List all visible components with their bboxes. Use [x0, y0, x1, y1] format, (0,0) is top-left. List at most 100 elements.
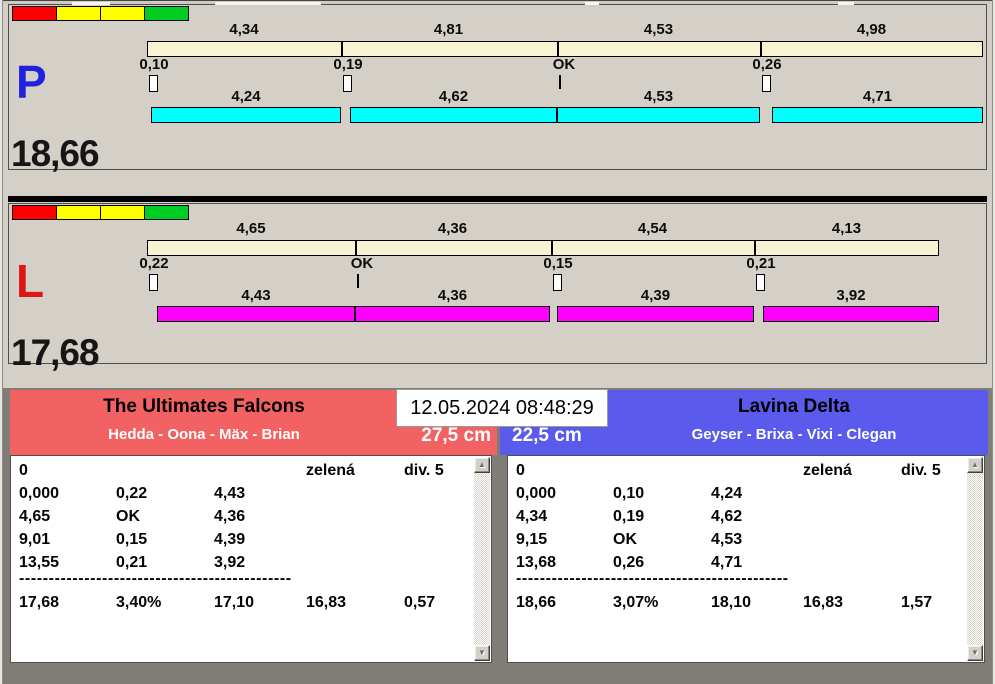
- window-chrome-fragment: [215, 2, 321, 5]
- summary-cell: 0,57: [404, 594, 436, 611]
- split-time-label: 4,98: [856, 21, 887, 38]
- split-progress-bar: [147, 41, 983, 57]
- table-cell: 9,01: [19, 531, 51, 548]
- lane-bars: 4,34 4,81 4,53 4,98 0,10 0,19 OK 0,26 4,24 4,62 4,…: [9, 5, 986, 169]
- table-cell: 4,39: [214, 531, 246, 548]
- dog-time-bar: [763, 306, 939, 322]
- results-area: The Ultimates Falcons Hedda - Oona - Mäx…: [0, 388, 995, 684]
- lane-letter: L: [16, 255, 45, 307]
- start-delay-indicator: [762, 75, 771, 92]
- split-tick: [557, 42, 559, 56]
- table-cell: 4,65: [19, 508, 51, 525]
- dog-time-label: 4,62: [438, 88, 469, 105]
- summary-cell: 18,10: [711, 594, 752, 611]
- dog-time-label: 4,71: [862, 88, 893, 105]
- table-cell: 0,21: [116, 554, 148, 571]
- lane-total-time: 18,66: [11, 133, 100, 174]
- window-chrome-fragment: [72, 2, 110, 5]
- split-time-label: 4,36: [437, 220, 468, 237]
- window-chrome: [0, 0, 995, 5]
- table-cell: 4,43: [214, 485, 246, 502]
- table-separator: ----------------------------------------…: [516, 570, 789, 587]
- split-progress-bar: [147, 240, 939, 256]
- scroll-down-button[interactable]: ▼: [967, 645, 983, 661]
- team-name: The Ultimates Falcons: [103, 396, 305, 417]
- table-cell: 13,55: [19, 554, 60, 571]
- table-cell: 9,15: [516, 531, 548, 548]
- table-cell: 0,10: [613, 485, 645, 502]
- lane-divider: [8, 196, 987, 202]
- split-tick: [341, 42, 343, 56]
- team-members: Hedda - Oona - Mäx - Brian: [108, 426, 300, 443]
- table-cell: 0,000: [516, 485, 557, 502]
- table-cell: 0: [516, 462, 525, 479]
- table-cell: 0,000: [19, 485, 60, 502]
- dog-time-bar: [157, 306, 355, 322]
- table-cell: 4,53: [711, 531, 743, 548]
- summary-cell: 1,57: [901, 594, 933, 611]
- summary-cell: 17,10: [214, 594, 255, 611]
- split-time-label: 4,81: [433, 21, 464, 38]
- summary-cell: 3,40%: [116, 594, 162, 611]
- table-cell: 0,15: [116, 531, 148, 548]
- table-cell: zelená: [306, 462, 355, 479]
- summary-cell: 16,83: [306, 594, 347, 611]
- table-cell: div. 5: [901, 462, 941, 479]
- team-members: Geyser - Brixa - Vixi - Clegan: [691, 426, 897, 443]
- lane-total-time: 17,68: [11, 332, 100, 373]
- table-cell: 4,71: [711, 554, 743, 571]
- team-panel-right: Lavina Delta Geyser - Brixa - Vixi - Cle…: [500, 390, 988, 663]
- app-window: P 4,34 4,81 4,53 4,98 0,10 0,19 OK 0,26 4,24 4,62…: [0, 0, 995, 684]
- dog-time-label: 3,92: [836, 287, 866, 304]
- dog-time-bar: [772, 107, 983, 123]
- results-table-panel: 0 zelená div. 5 0,000 0,10 4,24 4,34 0,19 4,62 9,…: [507, 455, 985, 663]
- dog-time-bar: [151, 107, 341, 123]
- start-delay-label: OK: [350, 255, 374, 272]
- table-cell: 4,34: [516, 508, 548, 525]
- window-frame-left: [0, 0, 3, 684]
- scroll-down-button[interactable]: ▼: [474, 645, 490, 661]
- lane-panel-p: P 4,34 4,81 4,53 4,98 0,10 0,19 OK 0,26 4,24 4,62…: [8, 4, 987, 174]
- lane-panel-l: L 4,65 4,36 4,54 4,13 0,22 OK 0,15 0,21 4,43 4,36…: [8, 203, 987, 371]
- dog-time-bar: [350, 107, 557, 123]
- dog-time-label: 4,39: [640, 287, 671, 304]
- summary-cell: 18,66: [516, 594, 557, 611]
- start-delay-label: 0,15: [543, 255, 573, 272]
- dog-time-bar: [557, 306, 754, 322]
- split-tick: [760, 42, 762, 56]
- table-cell: zelená: [803, 462, 852, 479]
- split-time-label: 4,65: [236, 220, 266, 237]
- scroll-up-button[interactable]: ▲: [967, 457, 983, 473]
- table-cell: OK: [116, 508, 140, 525]
- dog-time-bar: [355, 306, 550, 322]
- start-delay-label: 0,10: [139, 56, 169, 73]
- table-cell: 13,68: [516, 554, 557, 571]
- result-table: 0 zelená div. 5 0,000 0,10 4,24 4,34 0,19 4,62 9,…: [508, 456, 966, 662]
- start-delay-label: 0,22: [139, 255, 169, 272]
- table-cell: 0: [19, 462, 28, 479]
- table-cell: 4,24: [711, 485, 743, 502]
- table-cell: OK: [613, 531, 637, 548]
- ok-marker: [559, 75, 561, 89]
- window-chrome-fragment: [585, 2, 599, 5]
- table-cell: 0,26: [613, 554, 645, 571]
- start-delay-label: 0,19: [333, 56, 363, 73]
- scroll-up-button[interactable]: ▲: [474, 457, 490, 473]
- datetime-display: 12.05.2024 08:48:29: [396, 389, 608, 427]
- dog-time-label: 4,43: [241, 287, 271, 304]
- jump-height-badge: 27,5 cm: [421, 425, 491, 446]
- split-time-label: 4,54: [637, 220, 668, 237]
- result-table: 0 zelená div. 5 0,000 0,22 4,43 4,65 OK 4,36 9,01…: [11, 456, 473, 662]
- ok-marker: [357, 274, 359, 288]
- team-panel-left: The Ultimates Falcons Hedda - Oona - Mäx…: [10, 390, 497, 663]
- results-table-panel: 0 zelená div. 5 0,000 0,22 4,43 4,65 OK 4,36 9,01…: [10, 455, 492, 663]
- split-tick: [754, 241, 756, 255]
- window-chrome-fragment: [838, 2, 854, 5]
- vertical-scrollbar[interactable]: ▲ ▼: [967, 457, 983, 661]
- table-cell: 4,62: [711, 508, 743, 525]
- vertical-scrollbar[interactable]: ▲ ▼: [474, 457, 490, 661]
- start-delay-label: OK: [552, 56, 576, 73]
- lane-bars: 4,65 4,36 4,54 4,13 0,22 OK 0,15 0,21 4,43 4,36 4,…: [9, 204, 986, 363]
- dog-time-label: 4,36: [437, 287, 468, 304]
- table-cell: 0,19: [613, 508, 645, 525]
